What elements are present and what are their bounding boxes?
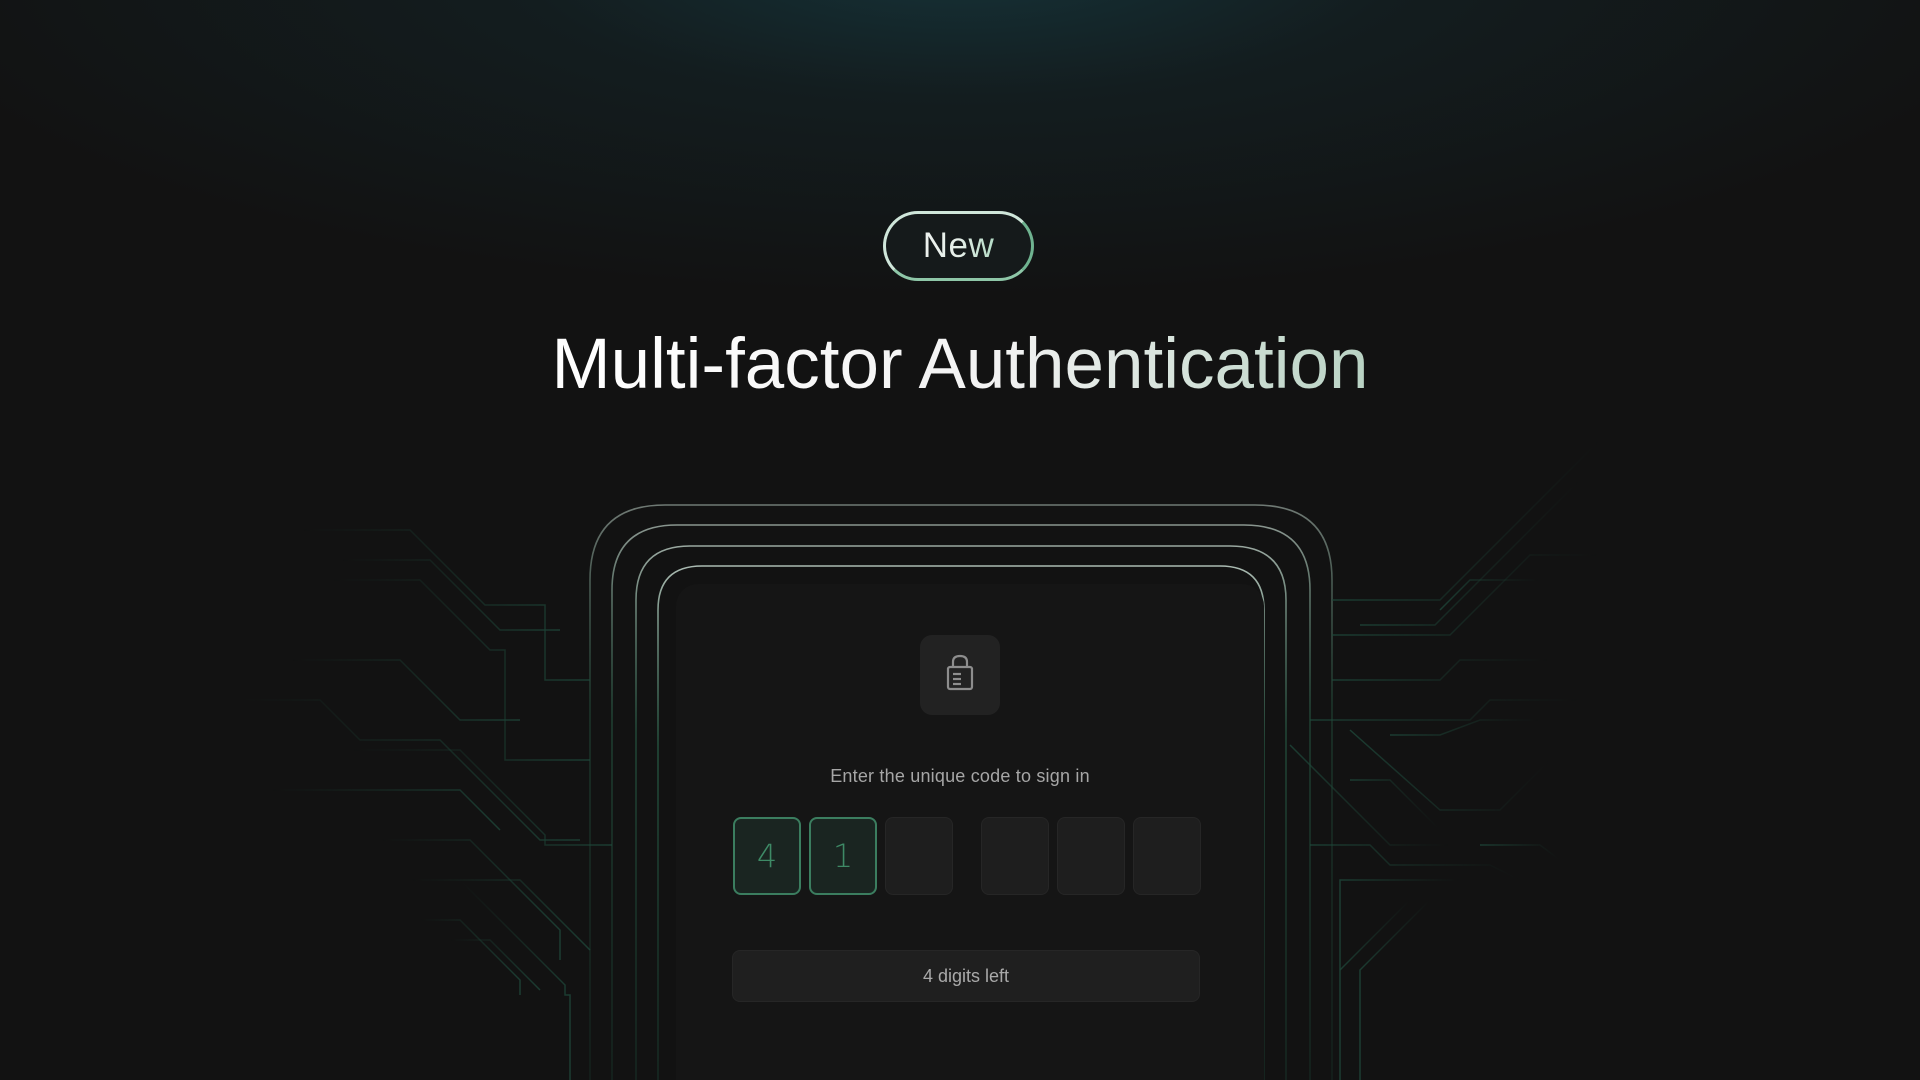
sign-in-prompt: Enter the unique code to sign in (830, 766, 1090, 786)
digits-remaining-status: 4 digits left (732, 950, 1200, 1002)
code-digit-5[interactable] (1057, 817, 1125, 895)
code-digit-4[interactable] (981, 817, 1049, 895)
lock-icon (945, 654, 975, 697)
code-digit-1[interactable]: 4 (733, 817, 801, 895)
mfa-promo-screen: New Multi-factor Authentication Enter th… (0, 0, 1920, 1080)
page-title-container: Multi-factor Authentication (548, 322, 1372, 412)
page-title: Multi-factor Authentication (548, 322, 1372, 408)
code-digit-2[interactable]: 1 (809, 817, 877, 895)
new-badge: New (883, 211, 1034, 281)
code-digit-6[interactable] (1133, 817, 1201, 895)
code-digit-3[interactable] (885, 817, 953, 895)
lock-icon-container (920, 635, 1000, 715)
